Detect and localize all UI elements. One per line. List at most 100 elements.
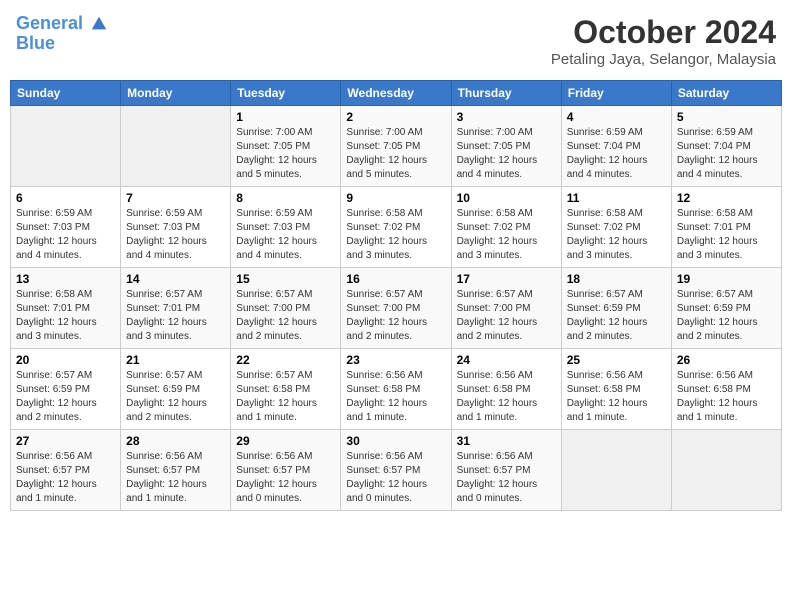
day-detail: Sunrise: 6:56 AM Sunset: 6:57 PM Dayligh…	[126, 450, 225, 506]
day-detail: Sunrise: 6:57 AM Sunset: 7:01 PM Dayligh…	[126, 288, 225, 344]
calendar-cell: 29Sunrise: 6:56 AM Sunset: 6:57 PM Dayli…	[231, 430, 341, 511]
calendar-cell: 12Sunrise: 6:58 AM Sunset: 7:01 PM Dayli…	[671, 187, 781, 268]
day-number: 20	[16, 353, 115, 367]
day-number: 17	[457, 272, 556, 286]
day-number: 13	[16, 272, 115, 286]
day-number: 2	[346, 110, 445, 124]
calendar-cell: 7Sunrise: 6:59 AM Sunset: 7:03 PM Daylig…	[121, 187, 231, 268]
calendar-cell: 20 Sunrise: 6:57 AM Sunset: 6:59 PM Dayli…	[11, 349, 121, 430]
title-block: October 2024 Petaling Jaya, Selangor, Ma…	[551, 14, 776, 68]
calendar-cell: 5 Sunrise: 6:59 AM Sunset: 7:04 PM Daylig…	[671, 106, 781, 187]
day-detail: Sunrise: 6:59 AM Sunset: 7:03 PM Dayligh…	[236, 207, 335, 263]
calendar-cell: 16 Sunrise: 6:57 AM Sunset: 7:00 PM Dayli…	[341, 268, 451, 349]
day-number: 21	[126, 353, 225, 367]
calendar-cell: 26 Sunrise: 6:56 AM Sunset: 6:58 PM Dayli…	[671, 349, 781, 430]
day-number: 30	[346, 434, 445, 448]
calendar-cell: 1 Sunrise: 7:00 AM Sunset: 7:05 PM Daylig…	[231, 106, 341, 187]
day-detail: Sunrise: 6:56 AM Sunset: 6:58 PM Dayligh…	[346, 369, 445, 425]
calendar-cell: 27Sunrise: 6:56 AM Sunset: 6:57 PM Dayli…	[11, 430, 121, 511]
day-detail: Sunrise: 6:58 AM Sunset: 7:01 PM Dayligh…	[16, 288, 115, 344]
day-detail: Sunrise: 6:57 AM Sunset: 7:00 PM Dayligh…	[457, 288, 556, 344]
calendar-week-4: 27Sunrise: 6:56 AM Sunset: 6:57 PM Dayli…	[11, 430, 782, 511]
day-number: 15	[236, 272, 335, 286]
day-detail: Sunrise: 6:56 AM Sunset: 6:58 PM Dayligh…	[567, 369, 666, 425]
day-number: 16	[346, 272, 445, 286]
day-number: 25	[567, 353, 666, 367]
calendar-cell	[11, 106, 121, 187]
day-detail: Sunrise: 6:56 AM Sunset: 6:57 PM Dayligh…	[16, 450, 115, 506]
calendar-cell: 11 Sunrise: 6:58 AM Sunset: 7:02 PM Dayli…	[561, 187, 671, 268]
calendar-cell: 25 Sunrise: 6:56 AM Sunset: 6:58 PM Dayli…	[561, 349, 671, 430]
calendar-header-row: SundayMondayTuesdayWednesdayThursdayFrid…	[11, 81, 782, 106]
day-number: 22	[236, 353, 335, 367]
day-number: 5	[677, 110, 776, 124]
day-detail: Sunrise: 6:57 AM Sunset: 6:59 PM Dayligh…	[16, 369, 115, 425]
day-detail: Sunrise: 6:57 AM Sunset: 6:59 PM Dayligh…	[677, 288, 776, 344]
day-detail: Sunrise: 6:58 AM Sunset: 7:02 PM Dayligh…	[567, 207, 666, 263]
calendar-cell	[121, 106, 231, 187]
day-detail: Sunrise: 6:57 AM Sunset: 6:58 PM Dayligh…	[236, 369, 335, 425]
day-detail: Sunrise: 6:57 AM Sunset: 7:00 PM Dayligh…	[346, 288, 445, 344]
logo-blue: Blue	[16, 34, 108, 54]
day-number: 1	[236, 110, 335, 124]
day-detail: Sunrise: 6:56 AM Sunset: 6:57 PM Dayligh…	[346, 450, 445, 506]
day-number: 14	[126, 272, 225, 286]
logo-text: General	[16, 14, 108, 34]
day-detail: Sunrise: 6:56 AM Sunset: 6:58 PM Dayligh…	[677, 369, 776, 425]
calendar-cell: 6Sunrise: 6:59 AM Sunset: 7:03 PM Daylig…	[11, 187, 121, 268]
day-number: 11	[567, 191, 666, 205]
day-number: 12	[677, 191, 776, 205]
column-header-wednesday: Wednesday	[341, 81, 451, 106]
calendar-week-1: 6Sunrise: 6:59 AM Sunset: 7:03 PM Daylig…	[11, 187, 782, 268]
calendar-cell: 14 Sunrise: 6:57 AM Sunset: 7:01 PM Dayli…	[121, 268, 231, 349]
calendar-cell: 10 Sunrise: 6:58 AM Sunset: 7:02 PM Dayli…	[451, 187, 561, 268]
day-number: 26	[677, 353, 776, 367]
day-number: 28	[126, 434, 225, 448]
day-number: 23	[346, 353, 445, 367]
day-detail: Sunrise: 6:57 AM Sunset: 7:00 PM Dayligh…	[236, 288, 335, 344]
logo: General Blue	[16, 14, 108, 54]
month-title: October 2024	[551, 14, 776, 51]
calendar-cell: 24 Sunrise: 6:56 AM Sunset: 6:58 PM Dayli…	[451, 349, 561, 430]
day-number: 4	[567, 110, 666, 124]
day-number: 18	[567, 272, 666, 286]
day-number: 31	[457, 434, 556, 448]
day-detail: Sunrise: 6:58 AM Sunset: 7:02 PM Dayligh…	[346, 207, 445, 263]
day-detail: Sunrise: 6:57 AM Sunset: 6:59 PM Dayligh…	[567, 288, 666, 344]
calendar-week-3: 20 Sunrise: 6:57 AM Sunset: 6:59 PM Dayli…	[11, 349, 782, 430]
day-detail: Sunrise: 6:56 AM Sunset: 6:57 PM Dayligh…	[457, 450, 556, 506]
calendar-cell: 13 Sunrise: 6:58 AM Sunset: 7:01 PM Dayli…	[11, 268, 121, 349]
calendar-cell: 19 Sunrise: 6:57 AM Sunset: 6:59 PM Dayli…	[671, 268, 781, 349]
day-detail: Sunrise: 7:00 AM Sunset: 7:05 PM Dayligh…	[457, 126, 556, 182]
calendar-cell: 31 Sunrise: 6:56 AM Sunset: 6:57 PM Dayli…	[451, 430, 561, 511]
location-title: Petaling Jaya, Selangor, Malaysia	[551, 51, 776, 68]
calendar-cell: 21 Sunrise: 6:57 AM Sunset: 6:59 PM Dayli…	[121, 349, 231, 430]
day-number: 24	[457, 353, 556, 367]
day-number: 7	[126, 191, 225, 205]
page-header: General Blue October 2024 Petaling Jaya,…	[10, 10, 782, 72]
calendar-cell: 8Sunrise: 6:59 AM Sunset: 7:03 PM Daylig…	[231, 187, 341, 268]
day-detail: Sunrise: 7:00 AM Sunset: 7:05 PM Dayligh…	[236, 126, 335, 182]
calendar-cell: 2 Sunrise: 7:00 AM Sunset: 7:05 PM Daylig…	[341, 106, 451, 187]
calendar-cell: 30 Sunrise: 6:56 AM Sunset: 6:57 PM Dayli…	[341, 430, 451, 511]
day-detail: Sunrise: 6:59 AM Sunset: 7:04 PM Dayligh…	[677, 126, 776, 182]
day-detail: Sunrise: 6:58 AM Sunset: 7:02 PM Dayligh…	[457, 207, 556, 263]
calendar-week-0: 1 Sunrise: 7:00 AM Sunset: 7:05 PM Daylig…	[11, 106, 782, 187]
day-number: 10	[457, 191, 556, 205]
column-header-monday: Monday	[121, 81, 231, 106]
calendar-cell: 15 Sunrise: 6:57 AM Sunset: 7:00 PM Dayli…	[231, 268, 341, 349]
day-detail: Sunrise: 6:57 AM Sunset: 6:59 PM Dayligh…	[126, 369, 225, 425]
calendar-body: 1 Sunrise: 7:00 AM Sunset: 7:05 PM Daylig…	[11, 106, 782, 511]
day-detail: Sunrise: 7:00 AM Sunset: 7:05 PM Dayligh…	[346, 126, 445, 182]
column-header-tuesday: Tuesday	[231, 81, 341, 106]
day-detail: Sunrise: 6:56 AM Sunset: 6:58 PM Dayligh…	[457, 369, 556, 425]
calendar-cell: 22 Sunrise: 6:57 AM Sunset: 6:58 PM Dayli…	[231, 349, 341, 430]
column-header-thursday: Thursday	[451, 81, 561, 106]
day-number: 19	[677, 272, 776, 286]
calendar-cell: 18 Sunrise: 6:57 AM Sunset: 6:59 PM Dayli…	[561, 268, 671, 349]
calendar-week-2: 13 Sunrise: 6:58 AM Sunset: 7:01 PM Dayli…	[11, 268, 782, 349]
calendar-cell	[561, 430, 671, 511]
day-number: 29	[236, 434, 335, 448]
column-header-saturday: Saturday	[671, 81, 781, 106]
calendar-cell	[671, 430, 781, 511]
